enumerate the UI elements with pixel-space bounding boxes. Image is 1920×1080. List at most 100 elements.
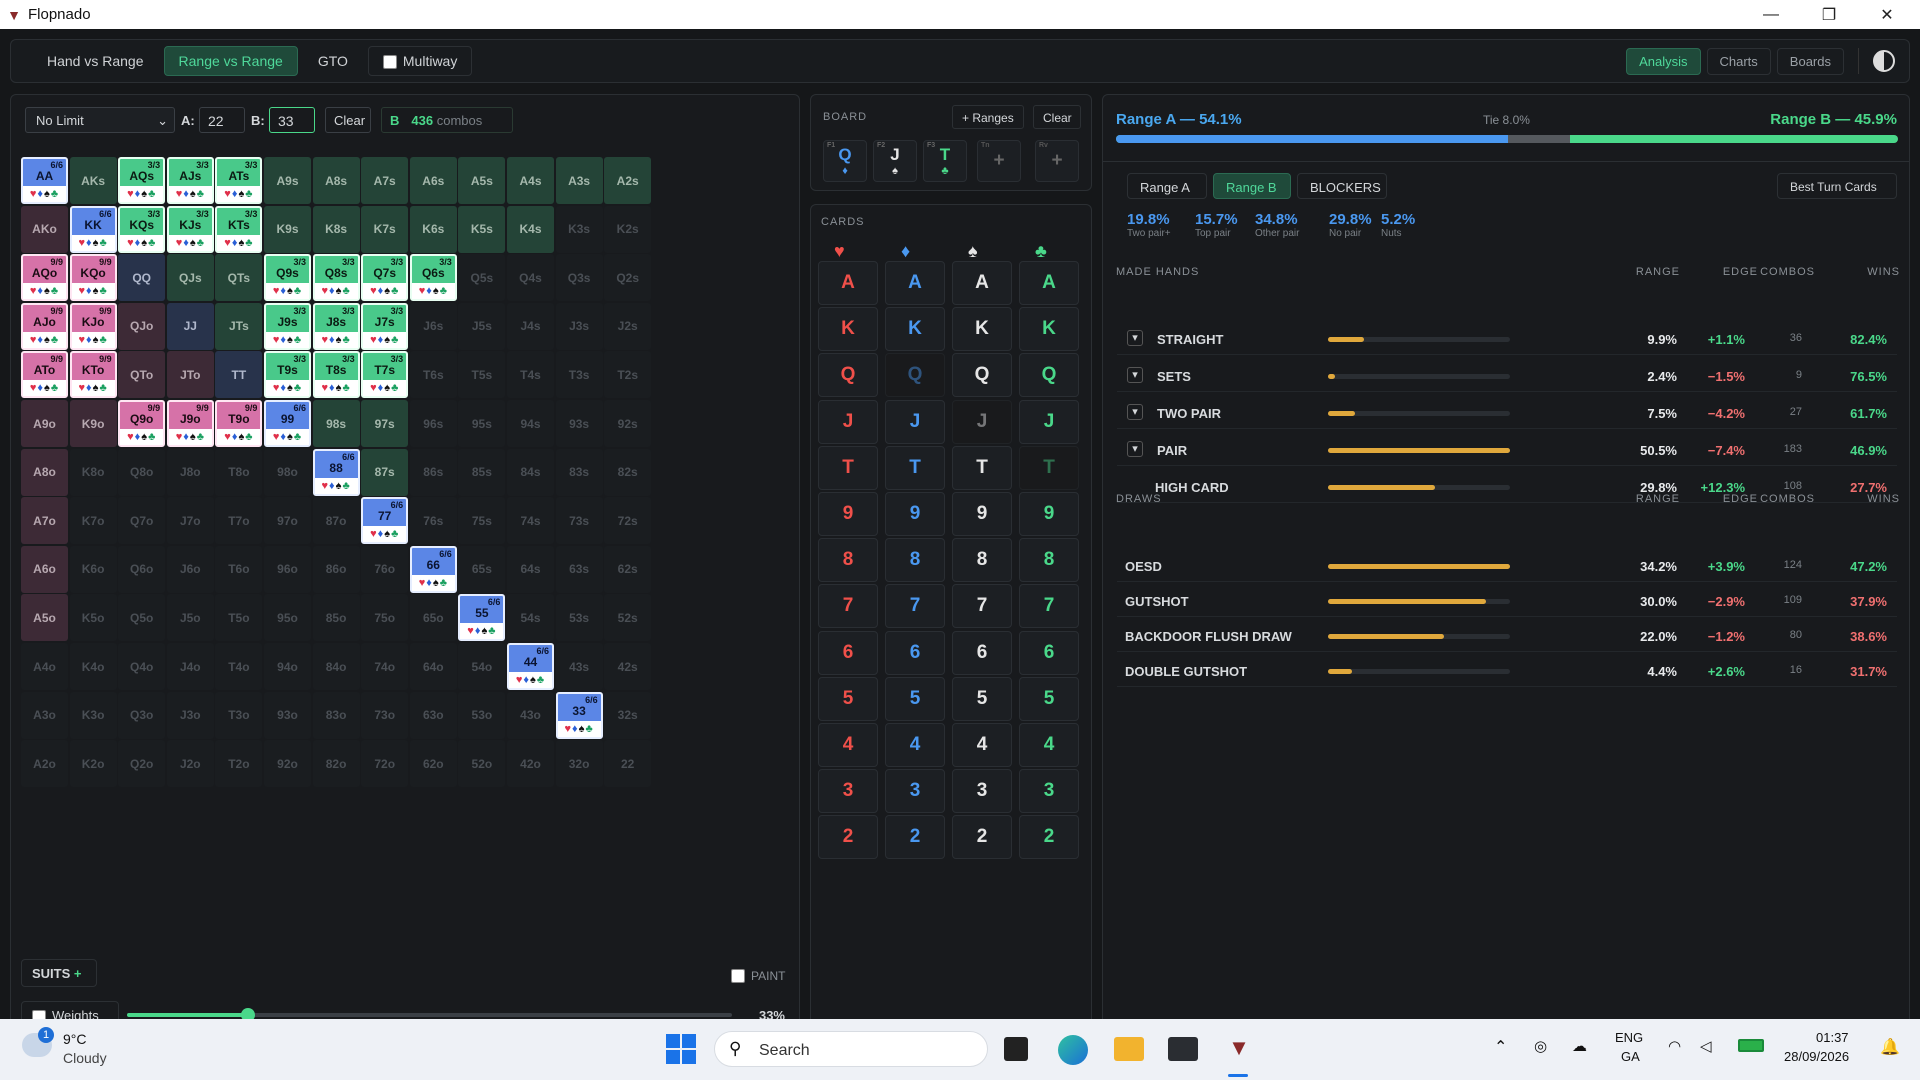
range-cell[interactable]: KK 6/6 ♥ ♦ ♠ ♣ xyxy=(69,205,117,253)
range-cell[interactable]: J8o xyxy=(166,448,214,496)
range-cell[interactable]: 87o xyxy=(312,497,360,545)
range-cell[interactable]: K3s xyxy=(555,205,603,253)
range-cell[interactable]: AQs 3/3 ♥ ♦ ♠ ♣ xyxy=(118,157,166,204)
range-cell[interactable]: 32s xyxy=(604,691,652,739)
range-cell[interactable]: J2o xyxy=(166,740,214,788)
range-cell[interactable]: 64s xyxy=(507,545,554,593)
range-cell[interactable]: AKo xyxy=(21,205,68,253)
range-cell[interactable]: T6s xyxy=(409,351,457,399)
range-cell[interactable]: K2s xyxy=(604,205,652,253)
range-cell[interactable]: 96o xyxy=(264,545,311,593)
range-cell[interactable]: K9s xyxy=(264,205,311,253)
range-cell[interactable]: J9s 3/3 ♥ ♦ ♠ ♣ xyxy=(264,302,311,350)
card-button[interactable]: 3 xyxy=(818,769,878,814)
range-cell[interactable]: A5o xyxy=(21,594,68,642)
range-cell[interactable]: Q2o xyxy=(118,740,166,788)
range-cell[interactable]: QQ xyxy=(118,254,166,302)
card-button[interactable]: Q xyxy=(885,353,945,398)
range-cell[interactable]: TT xyxy=(215,351,263,399)
range-cell[interactable]: 93o xyxy=(264,691,311,739)
card-button[interactable]: 4 xyxy=(885,723,945,767)
range-cell[interactable]: 88 6/6 ♥ ♦ ♠ ♣ xyxy=(312,448,360,496)
range-cell[interactable]: KQs 3/3 ♥ ♦ ♠ ♣ xyxy=(118,205,166,253)
range-cell[interactable]: 33 6/6 ♥ ♦ ♠ ♣ xyxy=(555,691,603,739)
range-cell[interactable]: 63s xyxy=(555,545,603,593)
range-cell[interactable]: T6o xyxy=(215,545,263,593)
lang-secondary[interactable]: GA xyxy=(1621,1049,1640,1064)
card-button[interactable]: A xyxy=(952,261,1012,305)
range-cell[interactable]: 93s xyxy=(555,400,603,447)
range-cell[interactable]: KQo 9/9 ♥ ♦ ♠ ♣ xyxy=(69,254,117,302)
range-cell[interactable]: A8s xyxy=(312,157,360,204)
tab-hand-vs-range[interactable]: Hand vs Range xyxy=(33,47,158,75)
best-turn-cards-button[interactable]: Best Turn Cards xyxy=(1777,173,1897,199)
range-cell[interactable]: T8o xyxy=(215,448,263,496)
range-cell[interactable]: KJo 9/9 ♥ ♦ ♠ ♣ xyxy=(69,302,117,350)
card-button[interactable]: J xyxy=(1019,399,1079,444)
minimize-icon[interactable]: — xyxy=(1742,0,1800,29)
card-button[interactable]: 3 xyxy=(1019,769,1079,814)
range-cell[interactable]: K4s xyxy=(507,205,554,253)
range-cell[interactable]: 84s xyxy=(507,448,554,496)
range-cell[interactable]: Q7s 3/3 ♥ ♦ ♠ ♣ xyxy=(361,254,409,302)
analysis-row[interactable]: OESD 34.2% +3.9% 124 47.2% xyxy=(1117,550,1897,582)
range-cell[interactable]: JJ xyxy=(166,302,214,350)
range-cell[interactable]: QJs xyxy=(166,254,214,302)
range-cell[interactable]: K7o xyxy=(69,497,117,545)
card-button[interactable]: K xyxy=(1019,307,1079,352)
card-button[interactable]: J xyxy=(952,399,1012,444)
range-cell[interactable]: 97s xyxy=(361,400,409,447)
range-cell[interactable]: J5s xyxy=(458,302,506,350)
range-cell[interactable]: AJs 3/3 ♥ ♦ ♠ ♣ xyxy=(166,157,214,204)
card-button[interactable]: 7 xyxy=(818,584,878,629)
range-cell[interactable]: T3s xyxy=(555,351,603,399)
range-cell[interactable]: 62o xyxy=(409,740,457,788)
range-cell[interactable]: J6s xyxy=(409,302,457,350)
range-cell[interactable]: T9s 3/3 ♥ ♦ ♠ ♣ xyxy=(264,351,311,399)
range-cell[interactable]: KTs 3/3 ♥ ♦ ♠ ♣ xyxy=(215,205,263,253)
game-select[interactable]: No Limit ⌄ xyxy=(25,107,175,133)
range-cell[interactable]: 65o xyxy=(409,594,457,642)
range-cell[interactable]: 83o xyxy=(312,691,360,739)
lang-primary[interactable]: ENG xyxy=(1615,1030,1643,1045)
card-button[interactable]: 5 xyxy=(1019,676,1079,721)
range-cell[interactable]: 22 xyxy=(604,740,652,788)
range-cell[interactable]: T5s xyxy=(458,351,506,399)
analysis-row[interactable]: ▾ STRAIGHT 9.9% +1.1% 36 82.4% xyxy=(1117,323,1897,355)
card-button[interactable]: T xyxy=(1019,445,1079,490)
theme-toggle-icon[interactable] xyxy=(1873,50,1895,72)
range-cell[interactable]: 98s xyxy=(312,400,360,447)
card-button[interactable]: 9 xyxy=(818,492,878,536)
range-cell[interactable]: T7s 3/3 ♥ ♦ ♠ ♣ xyxy=(361,351,409,399)
card-button[interactable]: 3 xyxy=(885,769,945,814)
range-cell[interactable]: KJs 3/3 ♥ ♦ ♠ ♣ xyxy=(166,205,214,253)
paint-checkbox[interactable] xyxy=(731,968,745,983)
range-cell[interactable]: Q6o xyxy=(118,545,166,593)
range-cell[interactable]: 53s xyxy=(555,594,603,642)
range-cell[interactable]: 99 6/6 ♥ ♦ ♠ ♣ xyxy=(264,400,311,447)
range-cell[interactable]: 95o xyxy=(264,594,311,642)
clubs-icon[interactable]: ♣ xyxy=(1035,241,1047,262)
card-button[interactable]: 7 xyxy=(1019,584,1079,629)
range-cell[interactable]: T8s 3/3 ♥ ♦ ♠ ♣ xyxy=(312,351,360,399)
clock-time[interactable]: 01:37 xyxy=(1816,1030,1849,1045)
card-button[interactable]: 6 xyxy=(1019,630,1079,675)
range-cell[interactable]: K3o xyxy=(69,691,117,739)
range-cell[interactable]: K8o xyxy=(69,448,117,496)
range-cell[interactable]: T5o xyxy=(215,594,263,642)
range-cell[interactable]: J7o xyxy=(166,497,214,545)
card-button[interactable]: K xyxy=(952,307,1012,352)
card-button[interactable]: 6 xyxy=(952,630,1012,675)
range-cell[interactable]: Q6s 3/3 ♥ ♦ ♠ ♣ xyxy=(409,254,457,302)
range-cell[interactable]: 66 6/6 ♥ ♦ ♠ ♣ xyxy=(409,545,457,593)
range-cell[interactable]: 77 6/6 ♥ ♦ ♠ ♣ xyxy=(361,497,409,545)
range-cell[interactable]: 98o xyxy=(264,448,311,496)
expand-caret-icon[interactable]: ▾ xyxy=(1127,330,1143,346)
range-cell[interactable]: 84o xyxy=(312,643,360,690)
range-cell[interactable]: A3o xyxy=(21,691,68,739)
close-icon[interactable]: ✕ xyxy=(1858,0,1916,29)
range-cell[interactable]: 54s xyxy=(507,594,554,642)
range-cell[interactable]: 64o xyxy=(409,643,457,690)
range-cell[interactable]: 76o xyxy=(361,545,409,593)
range-cell[interactable]: T9o 9/9 ♥ ♦ ♠ ♣ xyxy=(215,400,263,447)
